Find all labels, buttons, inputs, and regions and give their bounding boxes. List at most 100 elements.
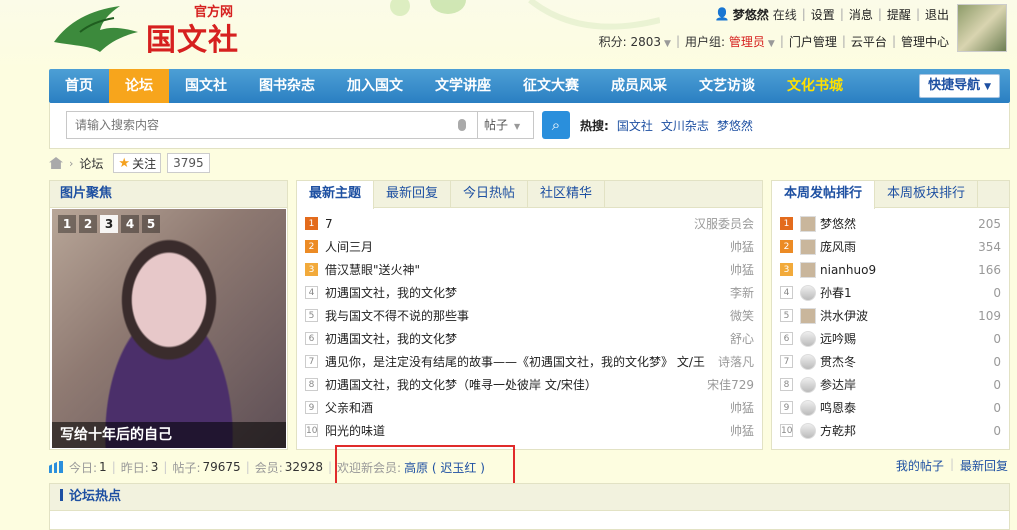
username-link[interactable]: 梦悠然 xyxy=(733,6,769,23)
thread-title-link[interactable]: 7 xyxy=(325,217,688,231)
nav-item-lectures[interactable]: 文学讲座 xyxy=(419,69,507,103)
home-icon[interactable] xyxy=(49,157,63,169)
thread-author-link[interactable]: 舒心 xyxy=(730,330,754,347)
tab-weekly-post-rank[interactable]: 本周发帖排行 xyxy=(772,181,876,209)
nav-item-books[interactable]: 图书杂志 xyxy=(243,69,331,103)
photo-page-button[interactable]: 2 xyxy=(79,215,97,233)
featured-photo[interactable]: 1 2 3 4 5 写给十年后的自己 xyxy=(52,209,286,448)
microphone-icon[interactable] xyxy=(458,119,466,131)
messages-link[interactable]: 消息 xyxy=(849,6,873,23)
thread-row[interactable]: 1 7 汉服委员会 xyxy=(305,212,754,235)
avatar[interactable] xyxy=(800,376,816,393)
tab-latest-replies[interactable]: 最新回复 xyxy=(374,181,452,208)
notifications-link[interactable]: 提醒 xyxy=(887,6,911,23)
latest-reply-link[interactable]: 最新回复 xyxy=(960,457,1008,474)
thread-title-link[interactable]: 我与国文不得不说的那些事 xyxy=(325,307,724,324)
breadcrumb-forum[interactable]: 论坛 xyxy=(79,155,103,172)
follow-button[interactable]: ★ 关注 xyxy=(113,153,162,173)
nav-item-join[interactable]: 加入国文 xyxy=(331,69,419,103)
hot-search-link[interactable]: 梦悠然 xyxy=(717,117,753,134)
search-button[interactable]: ⌕ xyxy=(542,111,570,139)
photo-page-button[interactable]: 4 xyxy=(121,215,139,233)
photo-page-button[interactable]: 3 xyxy=(100,215,118,233)
search-input[interactable] xyxy=(66,111,478,139)
avatar[interactable] xyxy=(800,353,816,370)
thread-row[interactable]: 8 初遇国文社，我的文化梦（唯寻一处彼岸 文/宋佳） 宋佳729 xyxy=(305,373,754,396)
rank-row[interactable]: 3 nianhuo9 166 xyxy=(780,258,1001,281)
thread-row[interactable]: 10 阳光的味道 帅猛 xyxy=(305,419,754,442)
admin-center-link[interactable]: 管理中心 xyxy=(901,33,949,50)
tab-community-best[interactable]: 社区精华 xyxy=(528,181,606,208)
thread-title-link[interactable]: 阳光的味道 xyxy=(325,422,724,439)
nav-item-members[interactable]: 成员风采 xyxy=(595,69,683,103)
rank-row[interactable]: 8 参达岸 0 xyxy=(780,373,1001,396)
cloud-platform-link[interactable]: 云平台 xyxy=(851,33,887,50)
nav-item-contest[interactable]: 征文大赛 xyxy=(507,69,595,103)
thread-title-link[interactable]: 父亲和酒 xyxy=(325,399,724,416)
thread-author-link[interactable]: 汉服委员会 xyxy=(694,215,754,232)
thread-author-link[interactable]: 帅猛 xyxy=(730,399,754,416)
hot-search-link[interactable]: 国文社 xyxy=(617,117,653,134)
search-type-select[interactable]: 帖子 ▼ xyxy=(478,111,534,139)
thread-row[interactable]: 9 父亲和酒 帅猛 xyxy=(305,396,754,419)
rank-row[interactable]: 7 贯杰冬 0 xyxy=(780,350,1001,373)
rank-user-link[interactable]: 洪水伊波 xyxy=(820,307,978,324)
thread-title-link[interactable]: 借汉慧眼"送火神" xyxy=(325,261,724,278)
rank-row[interactable]: 5 洪水伊波 109 xyxy=(780,304,1001,327)
rank-row[interactable]: 10 方乾邦 0 xyxy=(780,419,1001,442)
nav-item-guowenshe[interactable]: 国文社 xyxy=(169,69,243,103)
photo-caption[interactable]: 写给十年后的自己 xyxy=(52,422,286,448)
site-logo[interactable]: 官方网 国文社 xyxy=(50,0,250,60)
thread-title-link[interactable]: 初遇国文社，我的文化梦 xyxy=(325,284,724,301)
settings-link[interactable]: 设置 xyxy=(811,6,835,23)
rank-row[interactable]: 9 鸣恩泰 0 xyxy=(780,396,1001,419)
rank-row[interactable]: 1 梦悠然 205 xyxy=(780,212,1001,235)
thread-title-link[interactable]: 人间三月 xyxy=(325,238,724,255)
thread-author-link[interactable]: 诗落凡 xyxy=(718,353,754,370)
thread-row[interactable]: 3 借汉慧眼"送火神" 帅猛 xyxy=(305,258,754,281)
thread-row[interactable]: 6 初遇国文社，我的文化梦 舒心 xyxy=(305,327,754,350)
hot-search-link[interactable]: 文川杂志 xyxy=(661,117,709,134)
avatar[interactable] xyxy=(800,215,816,232)
rank-user-link[interactable]: 参达岸 xyxy=(820,376,993,393)
tab-today-hot[interactable]: 今日热帖 xyxy=(451,181,529,208)
photo-page-button[interactable]: 5 xyxy=(142,215,160,233)
thread-author-link[interactable]: 帅猛 xyxy=(730,238,754,255)
rank-user-link[interactable]: 贯杰冬 xyxy=(820,353,993,370)
nav-item-forum[interactable]: 论坛 xyxy=(109,69,169,103)
rank-user-link[interactable]: 梦悠然 xyxy=(820,215,978,232)
rank-user-link[interactable]: 鸣恩泰 xyxy=(820,399,993,416)
rank-user-link[interactable]: 远吟赐 xyxy=(820,330,993,347)
tab-weekly-board-rank[interactable]: 本周板块排行 xyxy=(875,181,979,208)
avatar[interactable] xyxy=(800,261,816,278)
rank-row[interactable]: 6 远吟赐 0 xyxy=(780,327,1001,350)
thread-row[interactable]: 5 我与国文不得不说的那些事 微笑 xyxy=(305,304,754,327)
thread-author-link[interactable]: 帅猛 xyxy=(730,422,754,439)
rank-row[interactable]: 4 孙春1 0 xyxy=(780,281,1001,304)
score-dropdown[interactable]: 积分: 2803 ▼ xyxy=(599,33,671,50)
avatar[interactable] xyxy=(800,422,816,439)
avatar[interactable] xyxy=(800,307,816,324)
rank-row[interactable]: 2 庞风雨 354 xyxy=(780,235,1001,258)
avatar[interactable] xyxy=(800,284,816,301)
thread-author-link[interactable]: 李新 xyxy=(730,284,754,301)
photo-page-button[interactable]: 1 xyxy=(58,215,76,233)
rank-user-link[interactable]: 方乾邦 xyxy=(820,422,993,439)
thread-title-link[interactable]: 初遇国文社，我的文化梦 xyxy=(325,330,724,347)
avatar[interactable] xyxy=(957,4,1007,52)
logout-link[interactable]: 退出 xyxy=(925,6,949,23)
thread-row[interactable]: 7 遇见你，是注定没有结尾的故事——《初遇国文社，我的文化梦》 文/王 诗落凡 xyxy=(305,350,754,373)
nav-item-interviews[interactable]: 文艺访谈 xyxy=(683,69,771,103)
avatar[interactable] xyxy=(800,238,816,255)
rank-user-link[interactable]: 孙春1 xyxy=(820,284,993,301)
thread-row[interactable]: 2 人间三月 帅猛 xyxy=(305,235,754,258)
rank-user-link[interactable]: nianhuo9 xyxy=(820,263,978,277)
thread-title-link[interactable]: 遇见你，是注定没有结尾的故事——《初遇国文社，我的文化梦》 文/王 xyxy=(325,353,712,370)
portal-admin-link[interactable]: 门户管理 xyxy=(789,33,837,50)
group-dropdown[interactable]: 用户组: 管理员 ▼ xyxy=(685,33,775,50)
thread-author-link[interactable]: 帅猛 xyxy=(730,261,754,278)
avatar[interactable] xyxy=(800,330,816,347)
avatar[interactable] xyxy=(800,399,816,416)
thread-title-link[interactable]: 初遇国文社，我的文化梦（唯寻一处彼岸 文/宋佳） xyxy=(325,376,701,393)
quick-nav-button[interactable]: 快捷导航 ▼ xyxy=(919,74,1000,98)
